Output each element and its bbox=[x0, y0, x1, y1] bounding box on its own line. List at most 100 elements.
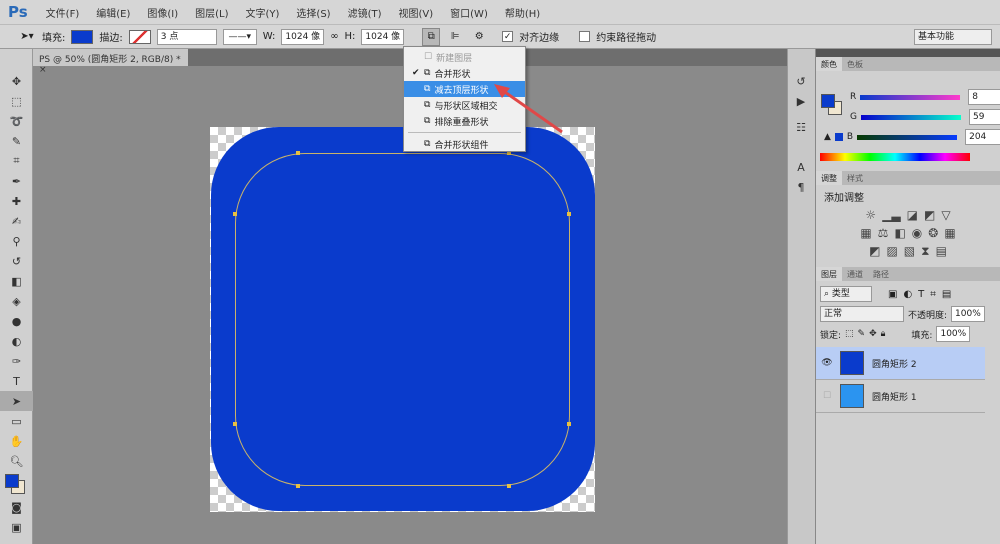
color-swatches[interactable] bbox=[0, 471, 32, 497]
r-slider[interactable] bbox=[860, 94, 961, 100]
menu-window[interactable]: 窗口(W) bbox=[450, 5, 488, 20]
path-arrangement-button[interactable]: ⚙ bbox=[470, 28, 488, 46]
blend-mode-dropdown[interactable]: 正常 bbox=[820, 306, 904, 322]
b-slider[interactable] bbox=[857, 134, 958, 140]
tab-paths[interactable]: 路径 bbox=[868, 267, 894, 281]
tab-adjustments[interactable]: 调整 bbox=[816, 171, 842, 185]
layer-name[interactable]: 圆角矩形 1 bbox=[872, 390, 917, 403]
b-input[interactable]: 204 bbox=[965, 129, 1000, 145]
g-input[interactable]: 59 bbox=[968, 109, 1000, 125]
quick-mask-icon[interactable]: ◙ bbox=[0, 497, 33, 517]
menu-file[interactable]: 文件(F) bbox=[46, 5, 80, 20]
lock-icons[interactable]: ⬚✎✥🔒︎ bbox=[845, 329, 889, 339]
move-tool-icon[interactable]: ✥ bbox=[0, 71, 33, 91]
bucket-tool-icon[interactable]: ◈ bbox=[0, 291, 33, 311]
photo-filter-icon[interactable]: ◉ bbox=[912, 226, 922, 240]
properties-icon[interactable]: ☷ bbox=[788, 117, 814, 137]
paragraph-icon[interactable]: ¶ bbox=[788, 177, 814, 197]
menu-help[interactable]: 帮助(H) bbox=[505, 5, 540, 20]
shape-path-outline[interactable] bbox=[235, 153, 570, 486]
zoom-tool-icon[interactable]: 🔍︎ bbox=[0, 451, 33, 471]
layer-row[interactable]: ☐ 圆角矩形 1 bbox=[816, 380, 985, 413]
character-icon[interactable]: A bbox=[788, 157, 814, 177]
width-input[interactable]: 1024 像 bbox=[281, 28, 325, 45]
fill-input[interactable]: 100% bbox=[936, 326, 971, 342]
path-anchor[interactable] bbox=[507, 484, 511, 488]
layer-filter-icons[interactable]: ▣◐T⌗▤ bbox=[888, 289, 957, 300]
stroke-width-input[interactable]: 3 点 bbox=[156, 28, 217, 45]
align-edges-checkbox[interactable]: ✓ bbox=[502, 31, 514, 42]
workspace-dropdown[interactable]: 基本功能 bbox=[914, 28, 992, 45]
lasso-tool-icon[interactable]: ➰ bbox=[0, 111, 33, 131]
constrain-path-checkbox[interactable] bbox=[579, 31, 591, 42]
exposure-icon[interactable]: ◩ bbox=[924, 208, 935, 222]
history-brush-tool-icon[interactable]: ↺ bbox=[0, 251, 33, 271]
path-anchor[interactable] bbox=[567, 212, 571, 216]
path-anchor[interactable] bbox=[233, 212, 237, 216]
hue-sat-icon[interactable]: ▦ bbox=[860, 226, 871, 240]
menu-type[interactable]: 文字(Y) bbox=[246, 5, 280, 20]
menu-edit[interactable]: 编辑(E) bbox=[96, 5, 130, 20]
layer-row[interactable]: 👁︎ 圆角矩形 2 bbox=[816, 347, 985, 380]
layer-name[interactable]: 圆角矩形 2 bbox=[872, 357, 917, 370]
menu-view[interactable]: 视图(V) bbox=[399, 5, 434, 20]
posterize-icon[interactable]: ▨ bbox=[886, 244, 897, 259]
curves-icon[interactable]: ◪ bbox=[907, 208, 918, 222]
link-icon[interactable]: ∞ bbox=[330, 31, 338, 42]
visibility-eye-icon[interactable]: 👁︎ bbox=[816, 358, 838, 368]
tab-color[interactable]: 颜色 bbox=[816, 57, 842, 71]
fill-color-swatch[interactable] bbox=[71, 29, 94, 44]
invert-icon[interactable]: ◩ bbox=[869, 244, 880, 259]
tab-swatches[interactable]: 色板 bbox=[842, 57, 868, 71]
g-slider[interactable] bbox=[860, 114, 961, 120]
eyedropper-tool-icon[interactable]: ✒ bbox=[0, 171, 33, 191]
vibrance-icon[interactable]: ▽ bbox=[941, 208, 950, 222]
type-tool-icon[interactable]: T bbox=[0, 371, 33, 391]
path-anchor[interactable] bbox=[296, 151, 300, 155]
path-anchor[interactable] bbox=[567, 422, 571, 426]
black-white-icon[interactable]: ◧ bbox=[894, 226, 905, 240]
blur-tool-icon[interactable]: ● bbox=[0, 311, 33, 331]
eraser-tool-icon[interactable]: ◧ bbox=[0, 271, 33, 291]
threshold-icon[interactable]: ▧ bbox=[904, 244, 915, 259]
path-alignment-button[interactable]: ⊫ bbox=[446, 28, 464, 46]
actions-play-icon[interactable]: ▶ bbox=[788, 91, 814, 111]
visibility-toggle[interactable]: ☐ bbox=[816, 391, 838, 401]
close-tab-icon[interactable]: × bbox=[39, 65, 47, 75]
brush-tool-icon[interactable]: ✍ bbox=[0, 211, 33, 231]
channel-mixer-icon[interactable]: ❂ bbox=[928, 226, 938, 240]
crop-tool-icon[interactable]: ⌗ bbox=[0, 151, 33, 171]
hand-tool-icon[interactable]: ✋ bbox=[0, 431, 33, 451]
path-anchor[interactable] bbox=[233, 422, 237, 426]
foreground-color-swatch[interactable] bbox=[821, 94, 835, 108]
pen-tool-icon[interactable]: ✑ bbox=[0, 351, 33, 371]
tab-layers[interactable]: 图层 bbox=[816, 267, 842, 281]
menu-item-new-layer[interactable]: ☐ 新建图层 bbox=[404, 49, 525, 65]
stroke-type-dropdown[interactable]: ——▾ bbox=[222, 28, 257, 45]
healing-tool-icon[interactable]: ✚ bbox=[0, 191, 33, 211]
color-spectrum-bar[interactable] bbox=[820, 153, 970, 161]
rectangle-tool-icon[interactable]: ▭ bbox=[0, 411, 33, 431]
quick-select-tool-icon[interactable]: ✎ bbox=[0, 131, 33, 151]
levels-icon[interactable]: ▁▃ bbox=[882, 208, 900, 222]
color-balance-icon[interactable]: ⚖ bbox=[878, 226, 889, 240]
opacity-input[interactable]: 100% bbox=[951, 306, 985, 322]
layer-filter-dropdown[interactable]: ⌕ 类型 bbox=[820, 286, 872, 302]
history-icon[interactable]: ↺ bbox=[788, 71, 814, 91]
menu-item-combine-shapes[interactable]: ✔ ⧉ 合并形状 bbox=[404, 65, 525, 81]
selective-color-icon[interactable]: ⧗ bbox=[921, 244, 929, 259]
color-lookup-icon[interactable]: ▦ bbox=[944, 226, 955, 240]
r-input[interactable]: 8 bbox=[968, 89, 1000, 105]
gradient-map-icon[interactable]: ▤ bbox=[936, 244, 947, 259]
path-select-tool-icon[interactable]: ➤▾ bbox=[18, 28, 36, 46]
stamp-tool-icon[interactable]: ⚲ bbox=[0, 231, 33, 251]
height-input[interactable]: 1024 像 bbox=[361, 28, 405, 45]
stroke-color-swatch[interactable] bbox=[128, 29, 151, 44]
path-anchor[interactable] bbox=[296, 484, 300, 488]
brightness-icon[interactable]: ☼ bbox=[865, 208, 876, 222]
tab-styles[interactable]: 样式 bbox=[842, 171, 868, 185]
path-select-tool-icon[interactable]: ➤ bbox=[0, 391, 33, 411]
dodge-tool-icon[interactable]: ◐ bbox=[0, 331, 33, 351]
menu-image[interactable]: 图像(I) bbox=[147, 5, 178, 20]
menu-select[interactable]: 选择(S) bbox=[296, 5, 330, 20]
